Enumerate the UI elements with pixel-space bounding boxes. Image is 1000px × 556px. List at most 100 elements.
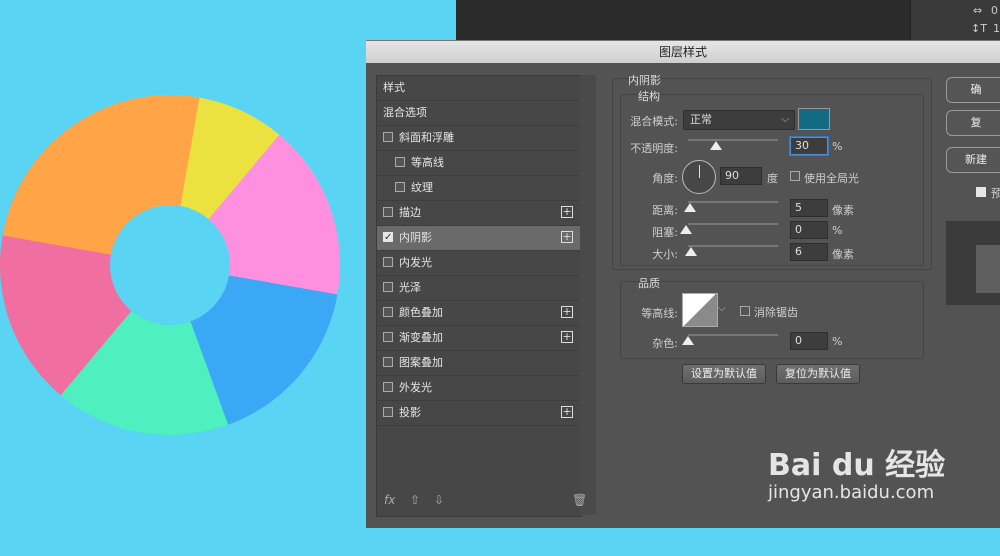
style-item-label: 样式 (383, 81, 405, 94)
style-item-label: 斜面和浮雕 (399, 131, 454, 144)
style-item[interactable]: 颜色叠加 + (377, 301, 581, 326)
choke-slider-thumb[interactable] (680, 225, 692, 234)
style-checkbox[interactable] (383, 307, 393, 317)
style-item[interactable]: 图案叠加 (377, 351, 581, 376)
style-checkbox[interactable] (383, 282, 393, 292)
structure-title: 结构 (638, 90, 660, 103)
style-item[interactable]: 纹理 (377, 176, 581, 201)
contour-preview[interactable] (682, 293, 718, 327)
distance-slider[interactable] (688, 201, 778, 203)
style-checkbox[interactable] (383, 207, 393, 217)
preview-checkbox[interactable] (976, 187, 986, 197)
noise-slider[interactable] (688, 334, 778, 336)
size-input[interactable]: 6 (790, 243, 828, 261)
noise-label: 杂色: (652, 337, 678, 350)
fx-button[interactable]: fx (384, 493, 395, 507)
style-item-label: 颜色叠加 (399, 306, 443, 319)
noise-unit: % (832, 335, 843, 348)
style-checkbox[interactable] (383, 382, 393, 392)
style-checkbox[interactable] (383, 407, 393, 417)
choke-input[interactable]: 0 (790, 221, 828, 239)
style-item[interactable]: 描边 + (377, 201, 581, 226)
shadow-color-swatch[interactable] (798, 108, 830, 130)
style-item[interactable]: 斜面和浮雕 (377, 126, 581, 151)
ok-button[interactable]: 确 (946, 77, 1000, 103)
add-effect-icon[interactable]: + (561, 206, 573, 218)
opacity-slider-thumb[interactable] (710, 141, 722, 150)
quality-title: 品质 (638, 277, 660, 290)
new-style-button[interactable]: 新建 (946, 147, 1000, 173)
style-checkbox[interactable] (383, 332, 393, 342)
style-checkbox[interactable] (383, 257, 393, 267)
blend-mode-value: 正常 (690, 113, 712, 126)
add-effect-icon[interactable]: + (561, 331, 573, 343)
add-effect-icon[interactable]: + (561, 231, 573, 243)
style-item-label: 混合选项 (383, 106, 427, 119)
move-down-icon[interactable]: ⇩ (434, 493, 444, 507)
choke-unit: % (832, 224, 843, 237)
watermark-url: jingyan.baidu.com (768, 482, 935, 503)
angle-dial[interactable] (682, 160, 716, 194)
style-item-label: 描边 (399, 206, 421, 219)
style-item-label: 光泽 (399, 281, 421, 294)
style-item[interactable]: 渐变叠加 + (377, 326, 581, 351)
style-item-label: 渐变叠加 (399, 331, 443, 344)
style-item-label: 纹理 (411, 181, 433, 194)
swirl-artwork (0, 95, 340, 435)
noise-slider-thumb[interactable] (682, 336, 694, 345)
reset-default-button[interactable]: 复位为默认值 (776, 364, 860, 384)
choke-slider[interactable] (688, 223, 778, 225)
style-item-label: 等高线 (411, 156, 444, 169)
style-item[interactable]: 内阴影 + (377, 226, 581, 251)
size-slider-thumb[interactable] (685, 247, 697, 256)
section-title: 内阴影 (628, 74, 661, 87)
style-checkbox[interactable] (383, 132, 393, 142)
add-effect-icon[interactable]: + (561, 406, 573, 418)
style-item-label: 内发光 (399, 256, 432, 269)
antialias-label: 消除锯齿 (754, 306, 798, 319)
preview-label: 预 (991, 187, 1000, 200)
angle-label: 角度: (652, 172, 678, 185)
tracking-value[interactable]: 0 (991, 4, 998, 17)
size-label: 大小: (652, 248, 678, 261)
style-preview (946, 221, 1000, 305)
opacity-input[interactable]: 30 (790, 137, 828, 155)
vertical-scale-value[interactable]: 10 (993, 22, 1000, 35)
add-effect-icon[interactable]: + (561, 306, 573, 318)
style-item[interactable]: 样式 (377, 76, 581, 101)
style-checkbox[interactable] (395, 157, 405, 167)
size-slider[interactable] (688, 245, 778, 247)
trash-icon[interactable]: 🗑 (572, 493, 587, 507)
style-checkbox[interactable] (383, 226, 393, 250)
angle-unit: 度 (767, 172, 778, 185)
style-item-label: 投影 (399, 406, 421, 419)
blend-mode-label: 混合模式: (630, 115, 678, 128)
distance-label: 距离: (652, 204, 678, 217)
distance-unit: 像素 (832, 204, 854, 217)
distance-input[interactable]: 5 (790, 199, 828, 217)
style-item[interactable]: 混合选项 (377, 101, 581, 126)
cancel-button[interactable]: 复 (946, 110, 1000, 136)
move-up-icon[interactable]: ⇧ (410, 493, 420, 507)
global-light-checkbox[interactable] (790, 171, 800, 181)
chevron-down-icon: ⌵ (781, 114, 789, 125)
style-item[interactable]: 投影 + (377, 401, 581, 426)
antialias-checkbox[interactable] (740, 306, 750, 316)
style-list-footer: fx ⇧ ⇩ 🗑 (376, 493, 587, 556)
chevron-down-icon[interactable]: ⌵ (718, 303, 726, 314)
blend-mode-select[interactable]: 正常 ⌵ (683, 110, 795, 130)
contour-label: 等高线: (641, 307, 678, 320)
noise-input[interactable]: 0 (790, 332, 828, 350)
opacity-slider[interactable] (688, 139, 778, 141)
style-checkbox[interactable] (395, 182, 405, 192)
set-default-button[interactable]: 设置为默认值 (682, 364, 766, 384)
style-item[interactable]: 等高线 (377, 151, 581, 176)
style-item[interactable]: 内发光 (377, 251, 581, 276)
style-list-scrollbar[interactable] (580, 75, 596, 515)
angle-input[interactable]: 90 (720, 167, 762, 185)
style-checkbox[interactable] (383, 357, 393, 367)
style-item[interactable]: 外发光 (377, 376, 581, 401)
style-item[interactable]: 光泽 (377, 276, 581, 301)
opacity-label: 不透明度: (630, 142, 678, 155)
distance-slider-thumb[interactable] (684, 203, 696, 212)
